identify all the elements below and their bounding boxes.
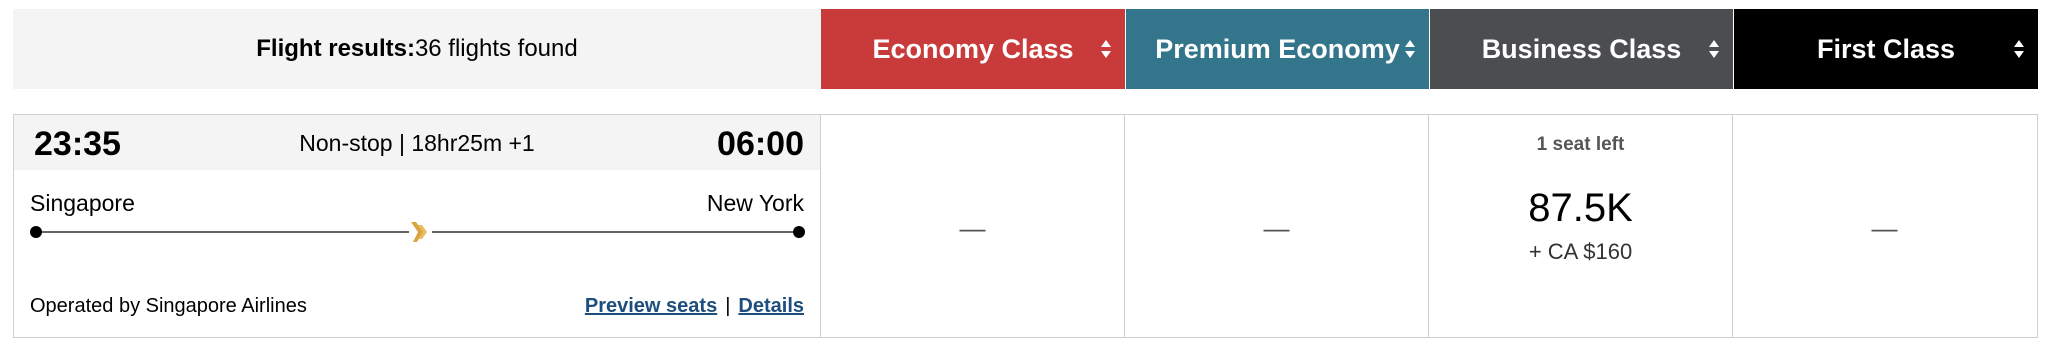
destination-dot xyxy=(793,226,805,238)
business-fare-cell[interactable]: 1 seat left 87.5K + CA $160 xyxy=(1429,115,1733,337)
results-summary: Flight results: 36 flights found xyxy=(13,9,821,89)
flight-summary: 23:35 Non-stop | 18hr25m +1 06:00 Singap… xyxy=(14,115,821,337)
miles-price: 87.5K xyxy=(1528,186,1633,230)
sort-first-class[interactable]: First Class xyxy=(1733,9,2038,89)
economy-class-label: Economy Class xyxy=(872,33,1074,64)
arrival-time: 06:00 xyxy=(717,125,804,163)
operator-text: Operated by Singapore Airlines xyxy=(30,295,307,317)
origin-dot xyxy=(30,226,42,238)
unavailable-dash: — xyxy=(1871,212,1898,243)
link-separator: | xyxy=(725,295,731,317)
sort-business-class[interactable]: Business Class xyxy=(1429,9,1733,89)
singapore-airlines-bird-icon xyxy=(411,222,427,242)
details-link[interactable]: Details xyxy=(738,295,804,317)
flight-result-row: 23:35 Non-stop | 18hr25m +1 06:00 Singap… xyxy=(13,114,2038,338)
seats-left-badge: 1 seat left xyxy=(1536,134,1625,155)
route-line xyxy=(30,222,805,242)
premium-economy-label: Premium Economy xyxy=(1155,33,1400,64)
sort-premium-economy[interactable]: Premium Economy xyxy=(1125,9,1429,89)
sort-economy-class[interactable]: Economy Class xyxy=(821,9,1125,89)
sort-icon xyxy=(1101,40,1111,58)
economy-fare-cell: — xyxy=(821,115,1125,337)
unavailable-dash: — xyxy=(959,212,986,243)
preview-seats-link[interactable]: Preview seats xyxy=(585,295,717,317)
sort-icon xyxy=(2014,40,2024,58)
first-class-label: First Class xyxy=(1816,33,1956,64)
sort-icon xyxy=(1405,40,1415,58)
destination-city: New York xyxy=(706,190,804,216)
results-header: Flight results: 36 flights found Economy… xyxy=(13,9,2038,89)
results-label: Flight results: xyxy=(256,35,415,62)
premium-economy-fare-cell: — xyxy=(1125,115,1429,337)
sort-icon xyxy=(1709,40,1719,58)
unavailable-dash: — xyxy=(1263,212,1290,243)
business-class-label: Business Class xyxy=(1481,33,1682,64)
tax-amount: + CA $160 xyxy=(1528,239,1633,264)
results-count: 36 flights found xyxy=(414,35,578,62)
origin-city: Singapore xyxy=(30,190,135,216)
flight-links: Preview seats | Details xyxy=(585,295,804,318)
first-class-fare-cell: — xyxy=(1733,115,2036,337)
flight-duration-info: Non-stop | 18hr25m +1 xyxy=(299,130,535,156)
